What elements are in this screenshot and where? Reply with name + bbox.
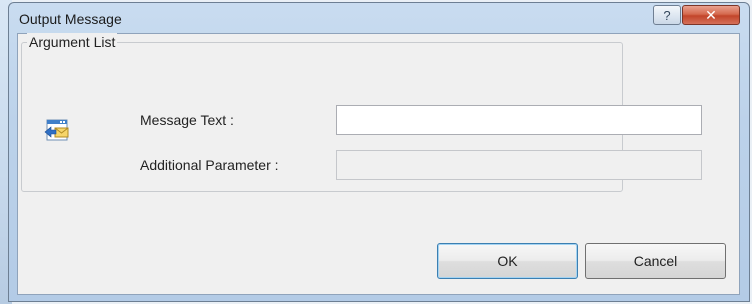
ok-button[interactable]: OK bbox=[437, 243, 578, 279]
message-text-label: Message Text : bbox=[140, 112, 234, 128]
close-icon: ✕ bbox=[705, 6, 717, 23]
help-button[interactable]: ? bbox=[653, 5, 681, 25]
groupbox-legend: Argument List bbox=[27, 33, 118, 51]
help-icon: ? bbox=[663, 7, 671, 23]
output-message-icon bbox=[44, 119, 69, 141]
additional-parameter-label: Additional Parameter : bbox=[140, 157, 279, 173]
cancel-button[interactable]: Cancel bbox=[585, 243, 726, 279]
title-bar[interactable]: Output Message ? ✕ bbox=[9, 3, 749, 33]
additional-parameter-input bbox=[336, 150, 702, 180]
close-button[interactable]: ✕ bbox=[682, 5, 740, 25]
window-title: Output Message bbox=[19, 11, 122, 27]
message-text-input[interactable] bbox=[336, 105, 702, 135]
